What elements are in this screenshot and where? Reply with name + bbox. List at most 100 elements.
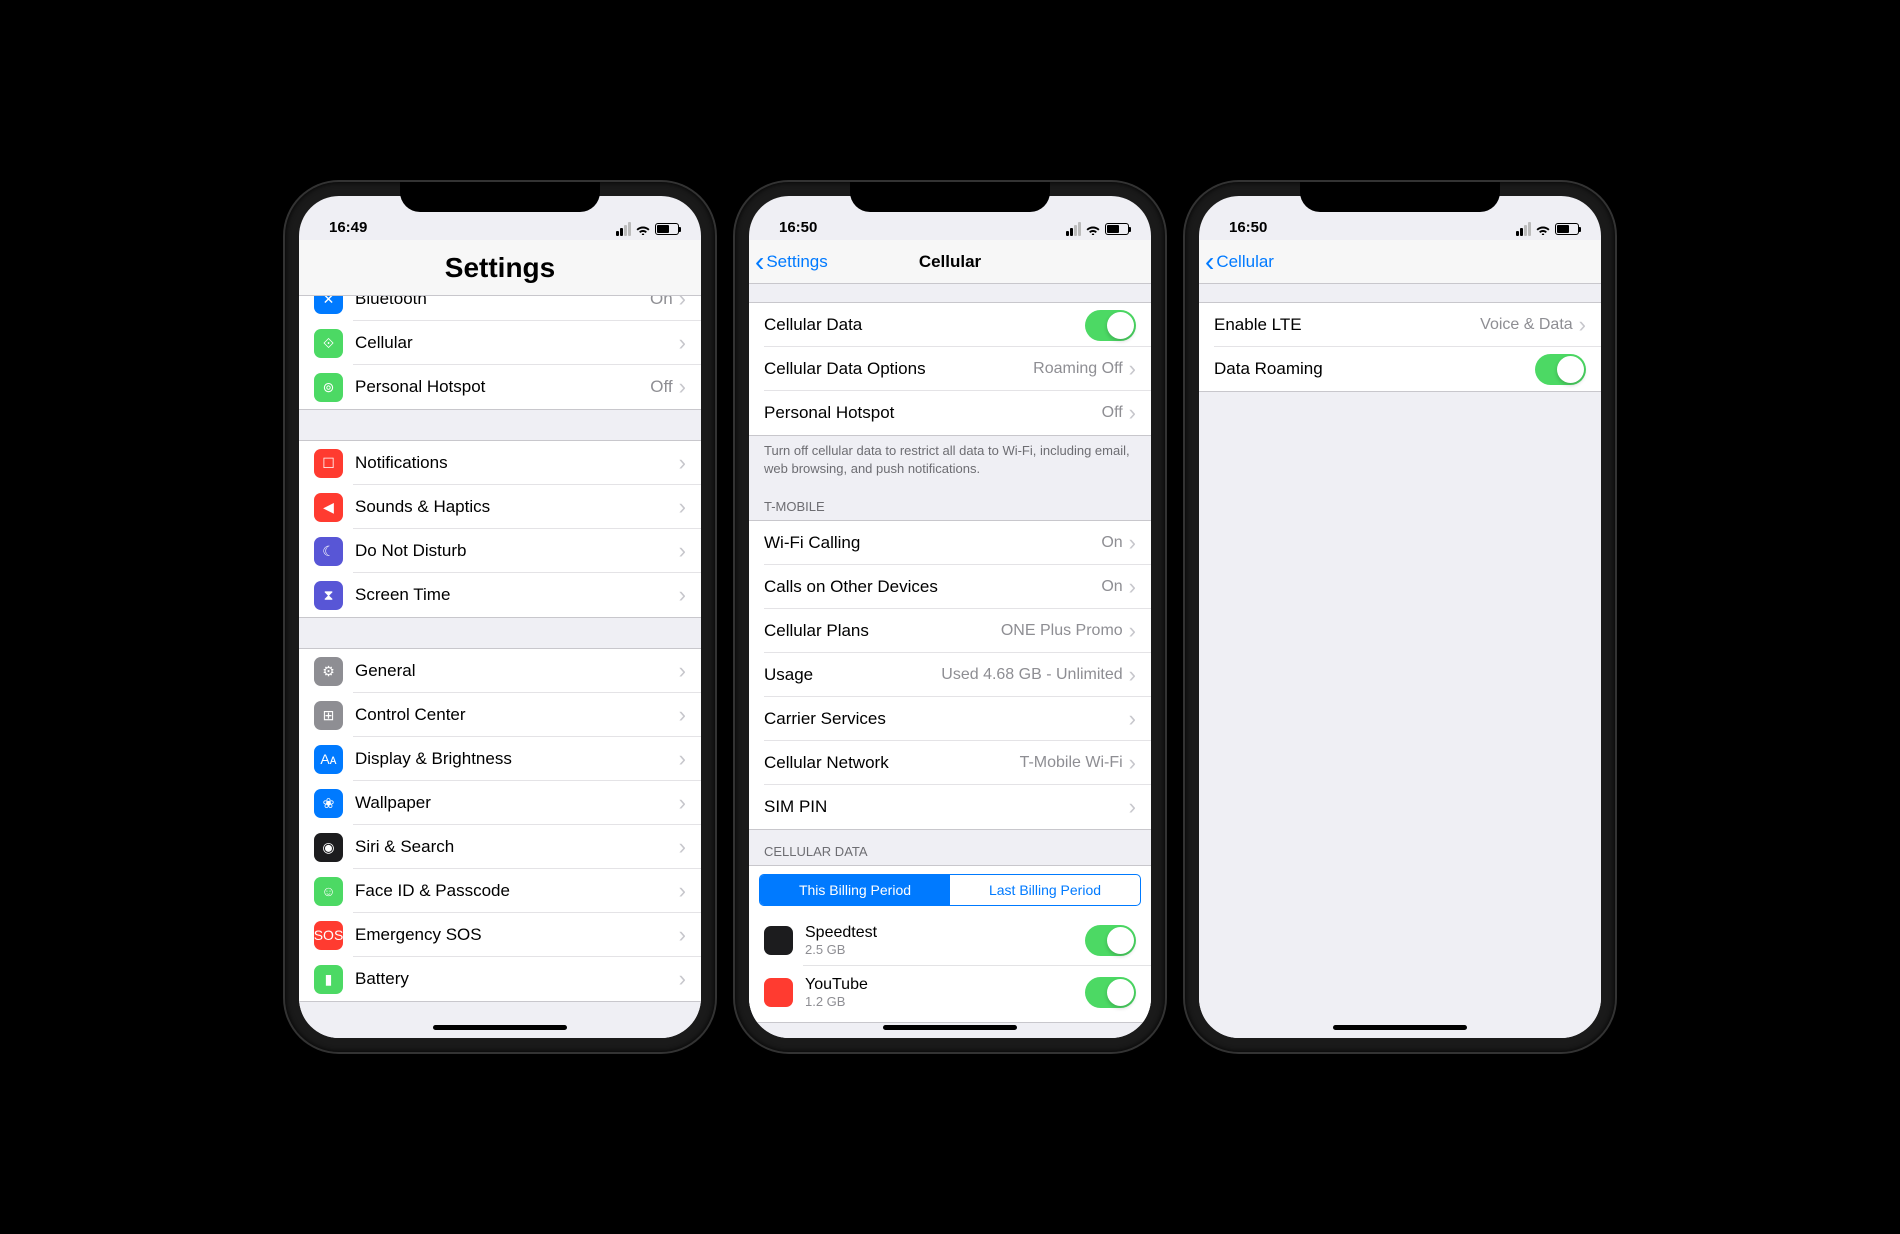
row-personal-hotspot[interactable]: Personal HotspotOff› [749,391,1151,435]
settings-row-control-center[interactable]: ⊞Control Center› [299,693,701,737]
status-indicators [616,222,679,236]
row-label: Personal Hotspot [764,403,1102,423]
back-label: Settings [766,252,827,272]
settings-row-personal-hotspot[interactable]: ⊚Personal HotspotOff› [299,365,701,409]
row-label: Personal Hotspot [355,377,650,397]
row-sim-pin[interactable]: SIM PIN› [749,785,1151,829]
back-button[interactable]: ‹ Settings [755,248,828,276]
chevron-right-icon: › [679,702,686,728]
settings-row-cellular[interactable]: ⟐Cellular› [299,321,701,365]
toggle[interactable] [1085,977,1136,1008]
settings-row-face-id-passcode[interactable]: ☺Face ID & Passcode› [299,869,701,913]
settings-row-general[interactable]: ⚙General› [299,649,701,693]
row-label: Battery [355,969,679,989]
status-indicators [1516,222,1579,236]
row-value: Used 4.68 GB - Unlimited [941,666,1122,684]
options-list[interactable]: Enable LTEVoice & Data›Data Roaming [1199,284,1601,1038]
row-label: Siri & Search [355,837,679,857]
toggle[interactable] [1085,925,1136,956]
app-icon [764,978,793,1007]
section-header-carrier: T-MOBILE [749,485,1151,520]
screen-cellular-options: 16:50 ‹ Cellular Enable LTEVoice & Data›… [1199,196,1601,1038]
row-label: Cellular Network [764,753,1020,773]
status-time: 16:50 [1229,219,1267,236]
settings-row-screen-time[interactable]: ⧗Screen Time› [299,573,701,617]
settings-row-do-not-disturb[interactable]: ☾Do Not Disturb› [299,529,701,573]
home-indicator[interactable] [1333,1025,1467,1030]
settings-row-notifications[interactable]: ☐Notifications› [299,441,701,485]
app-usage: 2.5 GB [805,942,1085,957]
segment-0[interactable]: This Billing Period [760,875,950,905]
chevron-right-icon: › [1579,312,1586,338]
row-value: On [1101,534,1122,552]
settings-list[interactable]: ✕BluetoothOn›⟐Cellular›⊚Personal Hotspot… [299,296,701,1038]
settings-row-wallpaper[interactable]: ❀Wallpaper› [299,781,701,825]
row-label: General [355,661,679,681]
row-cellular-data[interactable]: Cellular Data [749,303,1151,347]
row-label: Usage [764,665,941,685]
row-enable-lte[interactable]: Enable LTEVoice & Data› [1199,303,1601,347]
chevron-right-icon: › [679,834,686,860]
row-usage[interactable]: UsageUsed 4.68 GB - Unlimited› [749,653,1151,697]
row-label: Cellular Data Options [764,359,1033,379]
group-options: Enable LTEVoice & Data›Data Roaming [1199,302,1601,392]
toggle[interactable] [1085,310,1136,341]
home-indicator[interactable] [433,1025,567,1030]
row-value: Voice & Data [1480,316,1573,334]
settings-row-battery[interactable]: ▮Battery› [299,957,701,1001]
settings-row-bluetooth[interactable]: ✕BluetoothOn› [299,296,701,321]
row-label: Cellular Plans [764,621,1001,641]
chevron-right-icon: › [1129,706,1136,732]
row-label: Notifications [355,453,679,473]
bluetooth-icon: ✕ [314,296,343,314]
status-bar: 16:50 [749,196,1151,240]
row-label: Face ID & Passcode [355,881,679,901]
row-cellular-plans[interactable]: Cellular PlansONE Plus Promo› [749,609,1151,653]
segment-1[interactable]: Last Billing Period [950,875,1140,905]
group-carrier: Wi-Fi CallingOn›Calls on Other DevicesOn… [749,520,1151,830]
row-value: T-Mobile Wi-Fi [1020,754,1123,772]
chevron-right-icon: › [1129,794,1136,820]
segmented-control[interactable]: This Billing PeriodLast Billing Period [759,874,1141,906]
row-carrier-services[interactable]: Carrier Services› [749,697,1151,741]
battery-icon [1555,223,1579,235]
settings-row-emergency-sos[interactable]: SOSEmergency SOS› [299,913,701,957]
wallpaper-icon: ❀ [314,789,343,818]
faceid-icon: ☺ [314,877,343,906]
row-label: Wallpaper [355,793,679,813]
chevron-left-icon: ‹ [755,248,764,276]
status-time: 16:49 [329,219,367,236]
row-cellular-data-options[interactable]: Cellular Data OptionsRoaming Off› [749,347,1151,391]
cellular-list[interactable]: Cellular DataCellular Data OptionsRoamin… [749,284,1151,1038]
row-data-roaming[interactable]: Data Roaming [1199,347,1601,391]
row-value: On [650,296,673,309]
chevron-right-icon: › [679,746,686,772]
toggle[interactable] [1535,354,1586,385]
chevron-right-icon: › [679,296,686,312]
back-button[interactable]: ‹ Cellular [1205,248,1274,276]
settings-row-siri-search[interactable]: ◉Siri & Search› [299,825,701,869]
app-row-speedtest[interactable]: Speedtest2.5 GB [749,914,1151,966]
chevron-right-icon: › [679,966,686,992]
app-name: Speedtest [805,924,1085,942]
home-indicator[interactable] [883,1025,1017,1030]
settings-row-sounds-haptics[interactable]: ◀Sounds & Haptics› [299,485,701,529]
phone-1: 16:49 Settings ✕BluetoothOn›⟐Cellular›⊚P… [285,182,715,1052]
chevron-right-icon: › [679,374,686,400]
row-cellular-network[interactable]: Cellular NetworkT-Mobile Wi-Fi› [749,741,1151,785]
screen-settings: 16:49 Settings ✕BluetoothOn›⟐Cellular›⊚P… [299,196,701,1038]
moon-icon: ☾ [314,537,343,566]
row-label: Display & Brightness [355,749,679,769]
row-wi-fi-calling[interactable]: Wi-Fi CallingOn› [749,521,1151,565]
row-calls-on-other-devices[interactable]: Calls on Other DevicesOn› [749,565,1151,609]
chevron-right-icon: › [1129,356,1136,382]
battery-icon [1105,223,1129,235]
settings-row-display-brightness[interactable]: AᴀDisplay & Brightness› [299,737,701,781]
app-row-youtube[interactable]: YouTube1.2 GB [749,966,1151,1018]
page-title: Settings [445,252,555,284]
status-bar: 16:50 [1199,196,1601,240]
group-connectivity: ✕BluetoothOn›⟐Cellular›⊚Personal Hotspot… [299,296,701,410]
row-label: Sounds & Haptics [355,497,679,517]
status-time: 16:50 [779,219,817,236]
row-value: Off [1102,404,1123,422]
